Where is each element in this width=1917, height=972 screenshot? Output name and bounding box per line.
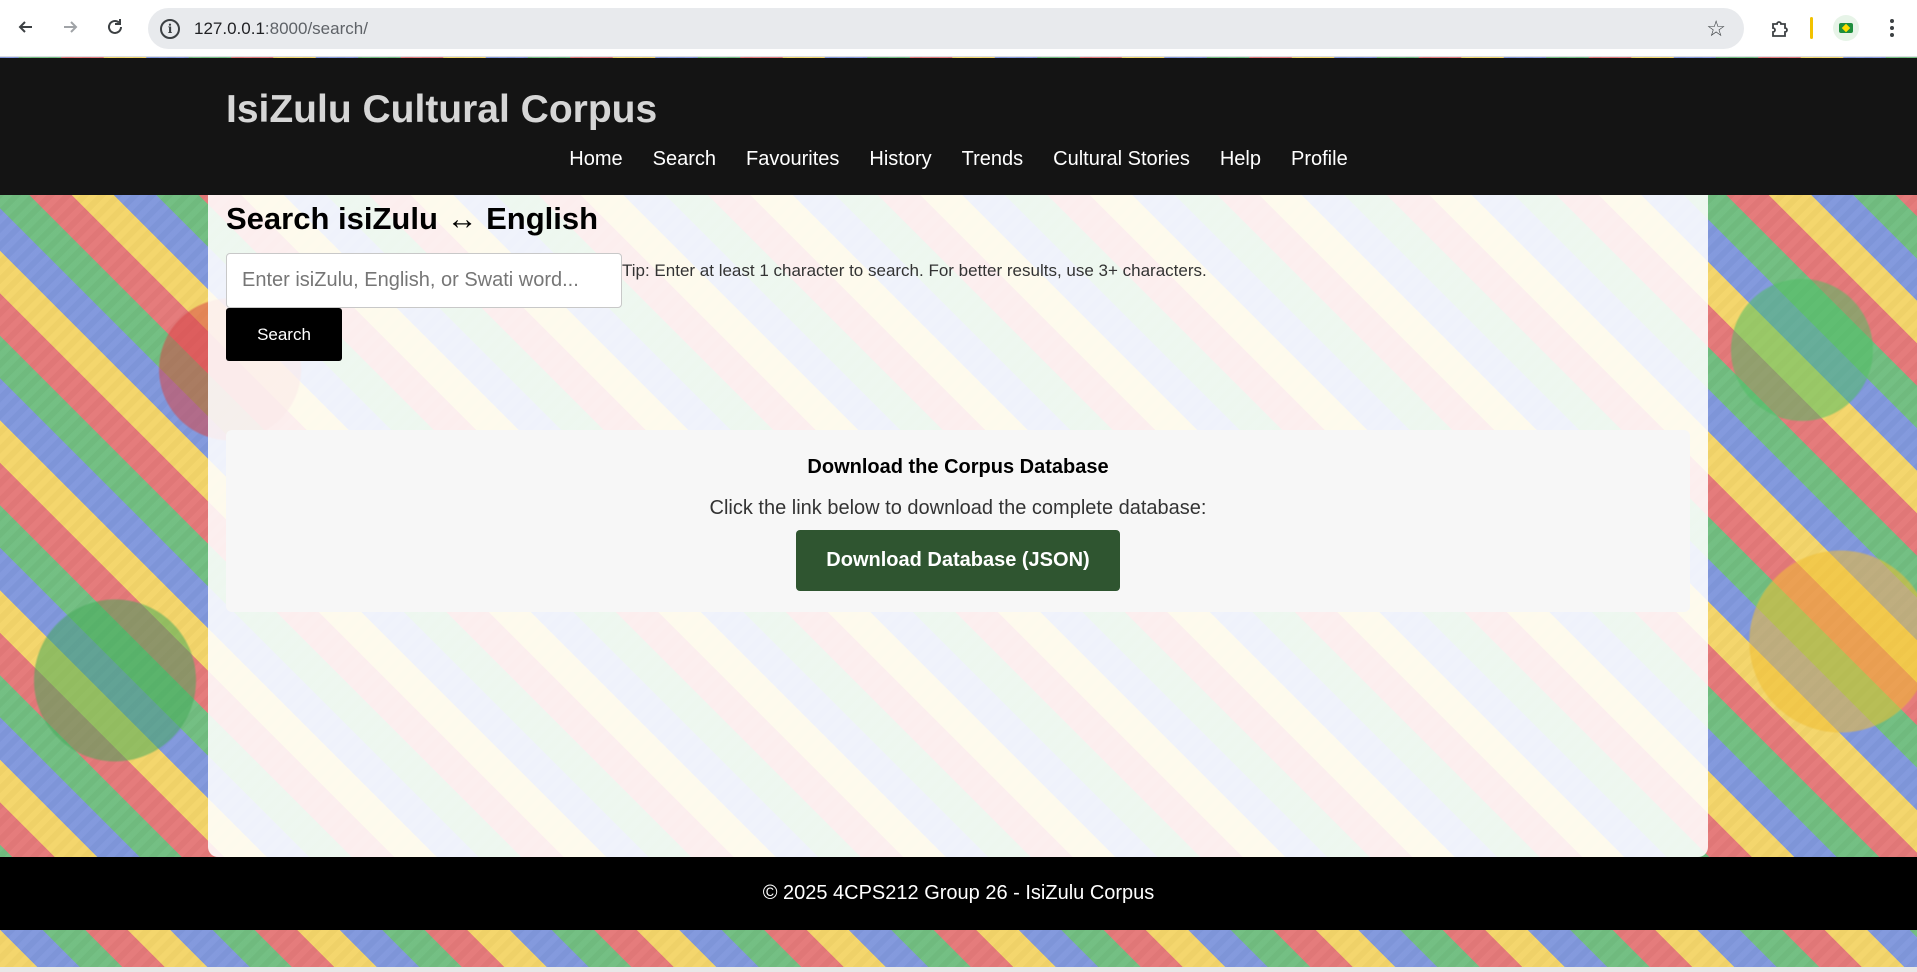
reload-icon[interactable] — [101, 13, 129, 41]
browser-toolbar: i 127.0.0.1:8000/search/ ☆ — [0, 0, 1917, 57]
site-info-icon[interactable]: i — [160, 18, 180, 39]
url-path: :8000/search/ — [264, 18, 368, 38]
site-header: IsiZulu Cultural Corpus Home Search Favo… — [0, 58, 1917, 195]
nav-home[interactable]: Home — [569, 148, 622, 171]
extensions-puzzle-icon[interactable] — [1765, 13, 1795, 43]
forward-arrow-icon[interactable] — [56, 13, 84, 41]
download-section: Download the Corpus Database Click the l… — [226, 430, 1690, 612]
search-tip: Tip: Enter at least 1 character to searc… — [622, 261, 1207, 280]
download-title: Download the Corpus Database — [807, 456, 1109, 478]
bookmark-star-icon[interactable]: ☆ — [1706, 16, 1726, 42]
search-button[interactable]: Search — [226, 308, 342, 361]
download-description: Click the link below to download the com… — [709, 497, 1207, 519]
nav-help[interactable]: Help — [1220, 148, 1261, 171]
page-title: Search isiZulu ↔ English — [226, 201, 599, 236]
site-footer: © 2025 4CPS212 Group 26 - IsiZulu Corpus — [0, 857, 1917, 930]
search-input[interactable] — [226, 253, 622, 308]
nav-search[interactable]: Search — [653, 148, 716, 171]
nav-history[interactable]: History — [869, 148, 931, 171]
url-host: 127.0.0.1 — [194, 18, 265, 38]
back-arrow-icon[interactable] — [12, 13, 40, 41]
main-panel: Search isiZulu ↔ English Tip: Enter at l… — [208, 195, 1708, 857]
address-bar[interactable]: i 127.0.0.1:8000/search/ ☆ — [148, 8, 1744, 49]
profile-avatar-icon[interactable] — [1833, 15, 1859, 41]
nav-profile[interactable]: Profile — [1291, 148, 1348, 171]
window-bottom-edge — [0, 967, 1917, 972]
nav-favourites[interactable]: Favourites — [746, 148, 839, 171]
nav-trends[interactable]: Trends — [962, 148, 1024, 171]
kebab-menu-icon[interactable] — [1880, 13, 1904, 43]
toolbar-divider — [1810, 17, 1813, 39]
url-text: 127.0.0.1:8000/search/ — [194, 19, 368, 39]
site-title: IsiZulu Cultural Corpus — [226, 88, 658, 131]
footer-text: © 2025 4CPS212 Group 26 - IsiZulu Corpus — [762, 882, 1155, 904]
nav-cultural-stories[interactable]: Cultural Stories — [1053, 148, 1190, 171]
main-nav: Home Search Favourites History Trends Cu… — [0, 148, 1917, 171]
download-database-button[interactable]: Download Database (JSON) — [796, 530, 1120, 591]
